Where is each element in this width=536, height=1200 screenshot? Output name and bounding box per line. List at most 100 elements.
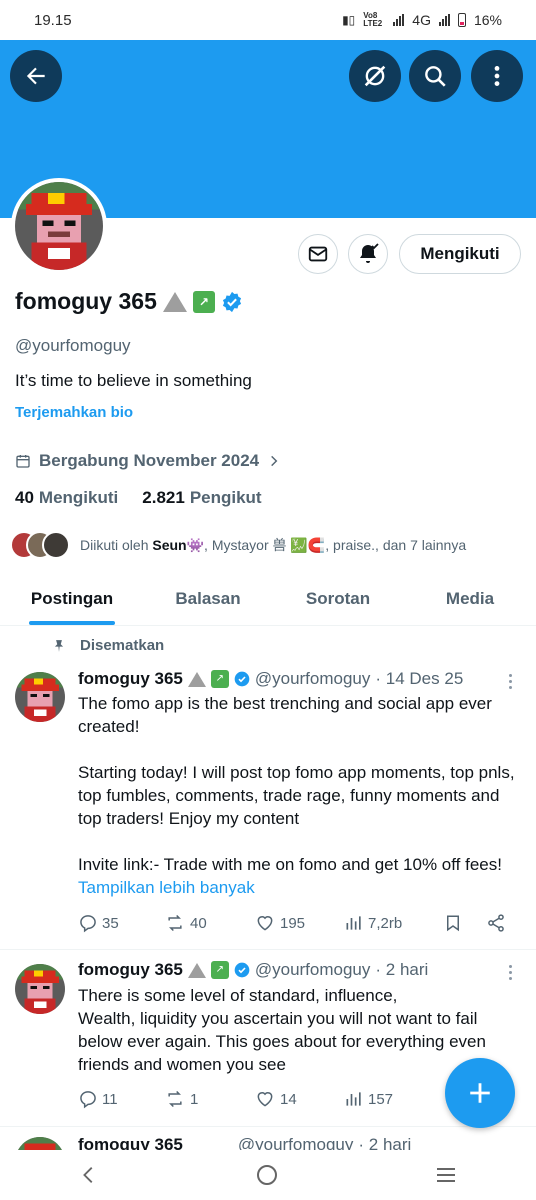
reply-button[interactable]: 11 [78, 1089, 164, 1109]
mountain-emoji-icon [187, 962, 206, 978]
volte-indicator: Vo8 LTE2 [363, 11, 383, 28]
mountain-emoji-icon [162, 291, 187, 312]
bookmark-icon [447, 915, 459, 932]
views-chart-icon [346, 916, 361, 930]
repost-count: 1 [190, 1090, 199, 1108]
back-button[interactable] [10, 50, 62, 102]
post-timestamp[interactable]: · 2 hari [375, 960, 428, 980]
like-count: 195 [280, 914, 306, 932]
repost-count: 40 [190, 914, 207, 932]
follower-avatar [42, 531, 70, 559]
views-button[interactable]: 7,2rb [344, 913, 444, 933]
post-avatar[interactable] [15, 1137, 65, 1150]
like-button[interactable]: 195 [254, 913, 344, 933]
follow-stats: 40 Mengikuti 2.821 Pengikut [15, 488, 262, 508]
post-author-name[interactable]: fomoguy 365 [78, 1135, 183, 1150]
tab-media[interactable]: Media [404, 572, 536, 625]
following-stat[interactable]: 40 Mengikuti [15, 488, 118, 508]
battery-level: 16% [473, 12, 502, 28]
profile-handle: @yourfomoguy [15, 336, 131, 355]
post-author-handle[interactable]: @yourfomoguy [255, 669, 371, 689]
share-button[interactable] [486, 913, 506, 933]
translate-bio-link[interactable]: Terjemahkan bio [15, 404, 133, 421]
profile-avatar[interactable] [11, 178, 107, 274]
pinned-label: Disematkan [80, 637, 165, 654]
post-author-name[interactable]: fomoguy 365 [78, 669, 183, 689]
pixel-avatar-image [15, 182, 103, 270]
post-avatar[interactable] [15, 964, 65, 1014]
calendar-icon [16, 455, 30, 468]
followers-label: Pengikut [189, 488, 262, 507]
post-author-handle[interactable]: @yourfomoguy [238, 1135, 354, 1150]
like-button[interactable]: 14 [254, 1089, 344, 1109]
repost-button[interactable]: 1 [164, 1089, 254, 1109]
followed-by-name: Seun👾 [152, 537, 205, 553]
show-more-link[interactable]: Tampilkan lebih banyak [78, 876, 518, 899]
post-author-name[interactable]: fomoguy 365 [78, 960, 183, 980]
bell-check-icon [360, 243, 379, 263]
tab-highlights[interactable]: Sorotan [272, 572, 404, 625]
repost-button[interactable]: 40 [164, 913, 254, 933]
heart-icon [257, 916, 273, 931]
verified-badge-icon [222, 291, 241, 312]
profile-name: fomoguy 365 [15, 288, 157, 314]
search-icon [425, 66, 446, 87]
nav-home-icon[interactable] [255, 1163, 279, 1187]
post-text: The fomo app is the best trenching and s… [78, 694, 515, 874]
post-more-button[interactable] [506, 965, 514, 980]
post-text: There is some level of standard, influen… [78, 986, 486, 1074]
profile-name-row: fomoguy 365 ↗ [15, 288, 243, 315]
tab-replies[interactable]: Balasan [144, 572, 272, 625]
post-divider [0, 949, 536, 950]
views-button[interactable]: 157 [344, 1089, 393, 1109]
post-header: fomoguy 365 ↗ @yourfomoguy · 14 Des 25 [78, 669, 463, 689]
compose-post-button[interactable] [445, 1058, 515, 1128]
reply-icon [80, 1091, 96, 1109]
status-bar: 19.15 ▮▯ Vo8 LTE2 4G 16% [0, 0, 536, 40]
post-timestamp[interactable]: · 14 Des 25 [375, 669, 463, 689]
post-actions: 11 1 14 157 [78, 1089, 438, 1109]
chevron-right-icon [271, 455, 278, 467]
joined-date-row[interactable]: Bergabung November 2024 [15, 451, 281, 471]
post-more-button[interactable] [506, 674, 514, 689]
grok-button[interactable] [349, 50, 401, 102]
chart-emoji-icon: ↗ [210, 670, 229, 688]
post-header: fomoguy 365 @yourfomoguy · 2 hari [78, 1135, 411, 1150]
notifications-button[interactable] [348, 234, 388, 274]
post-avatar[interactable] [15, 672, 65, 722]
chart-emoji-icon: ↗ [210, 961, 229, 979]
following-label: Mengikuti [38, 488, 119, 507]
profile-tabs: Postingan Balasan Sorotan Media [0, 572, 536, 626]
view-count: 7,2rb [368, 914, 403, 932]
more-options-button[interactable] [471, 50, 523, 102]
nav-back-icon[interactable] [78, 1164, 100, 1186]
envelope-icon [308, 246, 328, 262]
followed-by-row[interactable]: Diikuti oleh Seun👾, Mystayor 兽 💹🧲, prais… [10, 531, 466, 559]
arrow-left-icon [26, 67, 45, 85]
following-count: 40 [15, 488, 34, 507]
post-timestamp[interactable]: · 2 hari [358, 1135, 411, 1150]
followed-by-prefix: Diikuti oleh [80, 537, 149, 553]
followers-stat[interactable]: 2.821 Pengikut [142, 488, 261, 508]
like-count: 14 [280, 1090, 297, 1108]
joined-date: Bergabung November 2024 [39, 451, 260, 470]
followed-by-rest: , Mystayor 兽 💹🧲, praise., dan 7 lainnya [204, 537, 467, 553]
post-author-handle[interactable]: @yourfomoguy [255, 960, 371, 980]
plus-icon [470, 1083, 490, 1103]
bookmark-button[interactable] [444, 913, 486, 933]
view-count: 157 [368, 1090, 394, 1108]
message-button[interactable] [298, 234, 338, 274]
reply-button[interactable]: 35 [78, 913, 164, 933]
nav-recents-icon[interactable] [434, 1163, 458, 1187]
chart-emoji-icon: ↗ [192, 290, 215, 313]
system-nav-bar [0, 1150, 536, 1200]
network-type: 4G [412, 12, 431, 28]
reply-icon [80, 915, 96, 933]
profile-bio: It’s time to believe in something [15, 371, 252, 390]
following-button[interactable]: Mengikuti [399, 234, 521, 274]
signal-icon [393, 14, 405, 26]
heart-icon [257, 1092, 273, 1107]
mute-icon: ▮▯ [342, 13, 356, 27]
search-button[interactable] [409, 50, 461, 102]
tab-posts[interactable]: Postingan [0, 572, 144, 625]
